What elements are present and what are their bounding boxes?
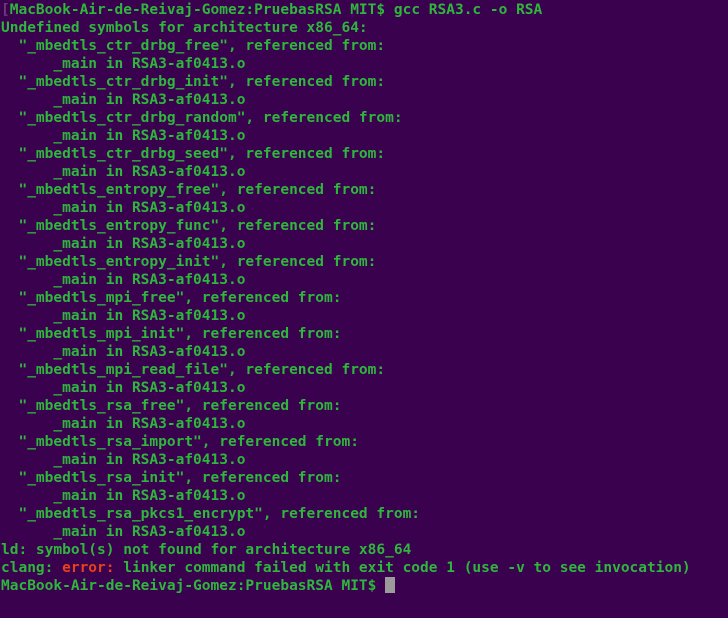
output-text: "_mbedtls_ctr_drbg_seed", referenced fro…	[1, 146, 386, 162]
terminal-output-line: "_mbedtls_mpi_free", referenced from:	[0, 289, 728, 307]
terminal-output-line: _main in RSA3-af0413.o	[0, 235, 728, 253]
terminal-output-line: "_mbedtls_ctr_drbg_seed", referenced fro…	[0, 145, 728, 163]
output-text: "_mbedtls_entropy_free", referenced from…	[1, 182, 377, 198]
output-text: _main in RSA3-af0413.o	[1, 236, 246, 252]
terminal-output-line: _main in RSA3-af0413.o	[0, 91, 728, 109]
block-cursor-icon	[385, 577, 396, 593]
terminal-output-line: _main in RSA3-af0413.o	[0, 127, 728, 145]
output-text: "_mbedtls_ctr_drbg_init", referenced fro…	[1, 74, 386, 90]
output-text: _main in RSA3-af0413.o	[1, 308, 246, 324]
terminal-output-line: _main in RSA3-af0413.o	[0, 271, 728, 289]
terminal-output-line: "_mbedtls_mpi_read_file", referenced fro…	[0, 361, 728, 379]
output-text: "_mbedtls_ctr_drbg_free", referenced fro…	[1, 38, 386, 54]
terminal-output-line: "_mbedtls_entropy_func", referenced from…	[0, 217, 728, 235]
terminal-output-line: "_mbedtls_rsa_import", referenced from:	[0, 433, 728, 451]
terminal-output-line: _main in RSA3-af0413.o	[0, 199, 728, 217]
terminal-output-line: "_mbedtls_rsa_free", referenced from:	[0, 397, 728, 415]
terminal-screen[interactable]: [MacBook-Air-de-Reivaj-Gomez:PruebasRSA …	[0, 1, 728, 595]
terminal-output-line: "_mbedtls_entropy_init", referenced from…	[0, 253, 728, 271]
terminal-output-line: "_mbedtls_ctr_drbg_init", referenced fro…	[0, 73, 728, 91]
output-text: _main in RSA3-af0413.o	[1, 56, 246, 72]
output-text: _main in RSA3-af0413.o	[1, 380, 246, 396]
terminal-output-line: _main in RSA3-af0413.o	[0, 487, 728, 505]
terminal-output-line: "_mbedtls_ctr_drbg_random", referenced f…	[0, 109, 728, 127]
output-text: "_mbedtls_entropy_init", referenced from…	[1, 254, 377, 270]
error-label: error:	[62, 560, 115, 576]
terminal-output-line: "_mbedtls_ctr_drbg_free", referenced fro…	[0, 37, 728, 55]
terminal-input-line[interactable]: MacBook-Air-de-Reivaj-Gomez:PruebasRSA M…	[0, 577, 728, 595]
command-text[interactable]	[376, 578, 385, 594]
terminal-output-line: "_mbedtls_mpi_init", referenced from:	[0, 325, 728, 343]
terminal-window[interactable]: [MacBook-Air-de-Reivaj-Gomez:PruebasRSA …	[0, 0, 728, 618]
output-text: _main in RSA3-af0413.o	[1, 452, 246, 468]
terminal-output-line: _main in RSA3-af0413.o	[0, 451, 728, 469]
terminal-output-line: "_mbedtls_rsa_init", referenced from:	[0, 469, 728, 487]
output-text: _main in RSA3-af0413.o	[1, 344, 246, 360]
terminal-output-line: _main in RSA3-af0413.o	[0, 163, 728, 181]
error-message: linker command failed with exit code 1 (…	[114, 560, 691, 576]
terminal-output-line: _main in RSA3-af0413.o	[0, 343, 728, 361]
terminal-output-line: _main in RSA3-af0413.o	[0, 307, 728, 325]
terminal-output-line: _main in RSA3-af0413.o	[0, 415, 728, 433]
output-text: _main in RSA3-af0413.o	[1, 92, 246, 108]
output-text: "_mbedtls_mpi_read_file", referenced fro…	[1, 362, 386, 378]
output-text: "_mbedtls_rsa_init", referenced from:	[1, 470, 342, 486]
output-text: _main in RSA3-af0413.o	[1, 200, 246, 216]
output-text: "_mbedtls_entropy_func", referenced from…	[1, 218, 377, 234]
terminal-output-line: "_mbedtls_rsa_pkcs1_encrypt", referenced…	[0, 505, 728, 523]
terminal-error-line: clang: error: linker command failed with…	[0, 559, 728, 577]
prompt-string: MacBook-Air-de-Reivaj-Gomez:PruebasRSA M…	[9, 2, 386, 18]
output-text: "_mbedtls_rsa_free", referenced from:	[1, 398, 342, 414]
output-text: "_mbedtls_rsa_pkcs1_encrypt", referenced…	[1, 506, 421, 522]
output-text: "_mbedtls_ctr_drbg_random", referenced f…	[1, 110, 403, 126]
terminal-output-line: Undefined symbols for architecture x86_6…	[0, 19, 728, 37]
output-text: "_mbedtls_mpi_free", referenced from:	[1, 290, 342, 306]
terminal-prompt-line: [MacBook-Air-de-Reivaj-Gomez:PruebasRSA …	[0, 1, 728, 19]
terminal-output-line: ld: symbol(s) not found for architecture…	[0, 541, 728, 559]
output-text: _main in RSA3-af0413.o	[1, 416, 246, 432]
output-text: _main in RSA3-af0413.o	[1, 524, 246, 540]
output-text: _main in RSA3-af0413.o	[1, 164, 246, 180]
error-source-prefix: clang:	[1, 560, 63, 576]
output-text: ld: symbol(s) not found for architecture…	[1, 542, 412, 558]
terminal-output-line: _main in RSA3-af0413.o	[0, 55, 728, 73]
prompt-string: MacBook-Air-de-Reivaj-Gomez:PruebasRSA M…	[1, 578, 377, 594]
output-text: Undefined symbols for architecture x86_6…	[1, 20, 368, 36]
output-text: _main in RSA3-af0413.o	[1, 488, 246, 504]
terminal-output-line: _main in RSA3-af0413.o	[0, 379, 728, 397]
output-text: "_mbedtls_mpi_init", referenced from:	[1, 326, 342, 342]
terminal-output-line: _main in RSA3-af0413.o	[0, 523, 728, 541]
output-text: _main in RSA3-af0413.o	[1, 272, 246, 288]
output-text: _main in RSA3-af0413.o	[1, 128, 246, 144]
output-text: "_mbedtls_rsa_import", referenced from:	[1, 434, 359, 450]
prompt-leading-artifact: [	[1, 2, 10, 18]
terminal-output-line: "_mbedtls_entropy_free", referenced from…	[0, 181, 728, 199]
command-text: gcc RSA3.c -o RSA	[385, 2, 543, 18]
